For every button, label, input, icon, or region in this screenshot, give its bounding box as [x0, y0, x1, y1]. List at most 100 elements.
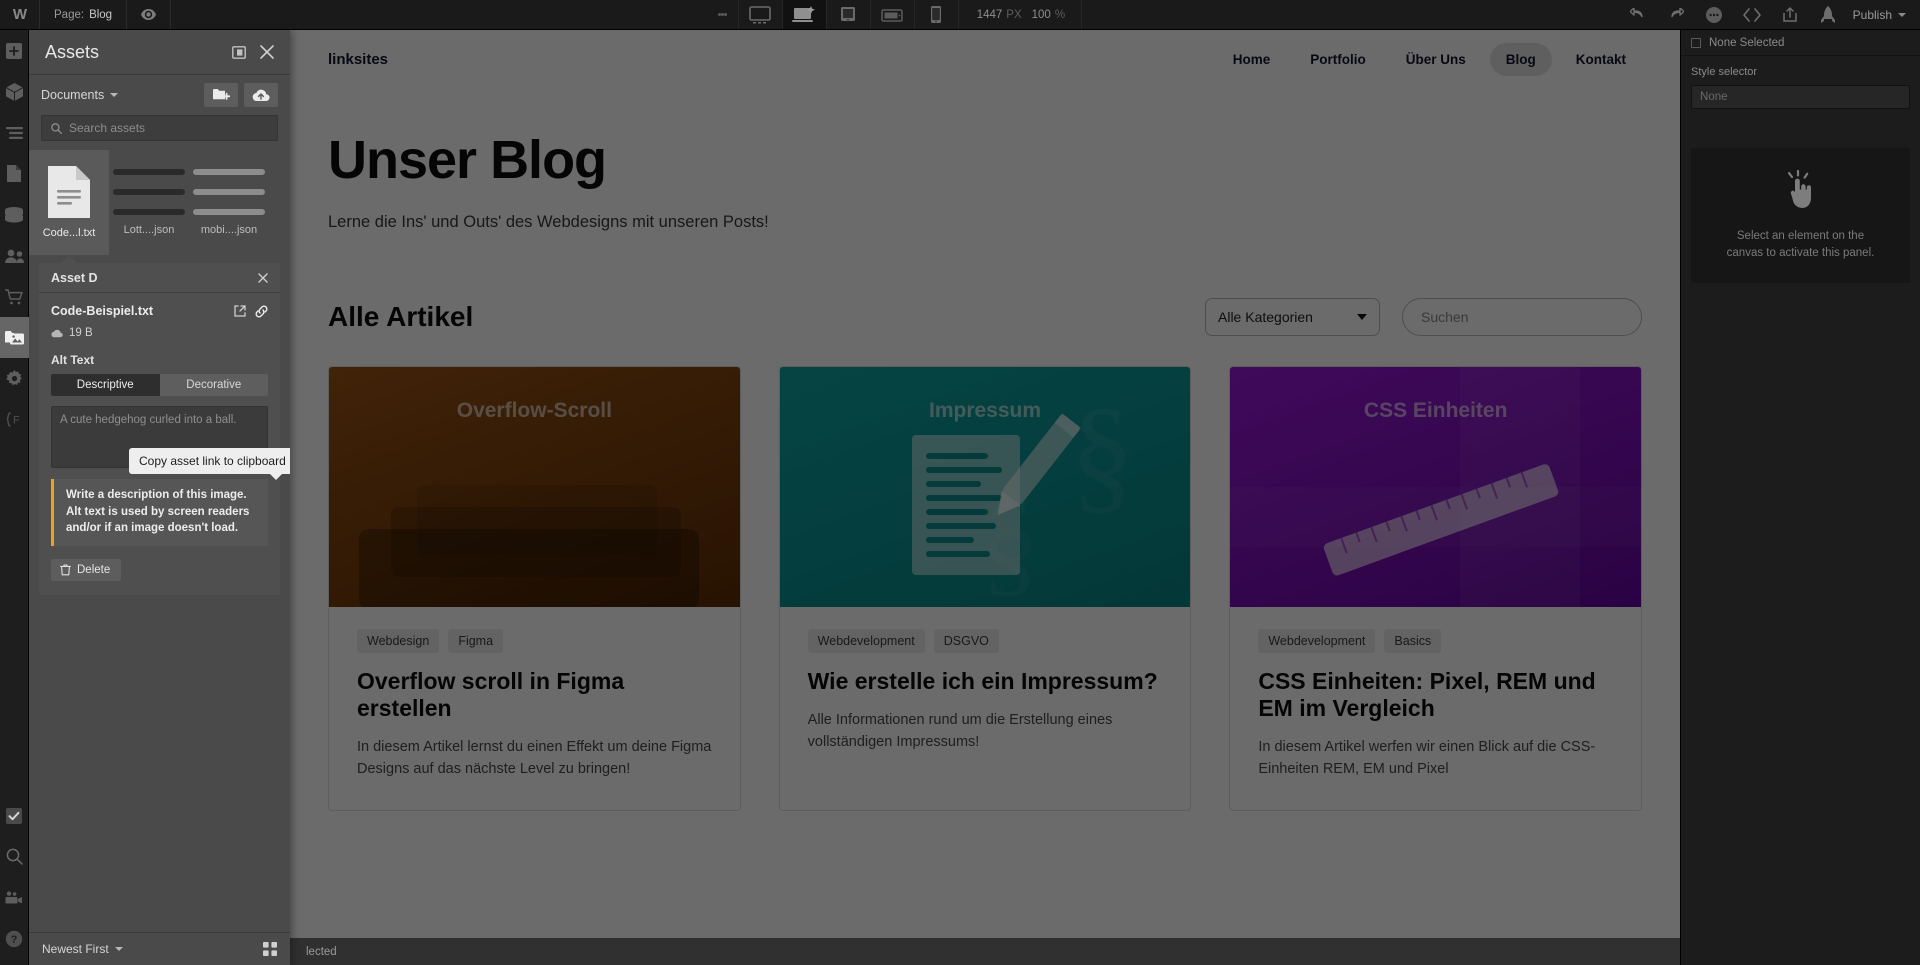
sidebar-item-cms[interactable] — [0, 194, 29, 235]
alt-mode-decorative[interactable]: Decorative — [159, 374, 268, 396]
asset-details-popover: Asset D Code-Beispiel.txt 19 B Alt Text … — [39, 263, 280, 596]
chevron-down-icon — [1357, 313, 1367, 320]
nav-link-blog[interactable]: Blog — [1489, 42, 1552, 76]
breakpoint-more-icon[interactable] — [708, 0, 738, 29]
close-icon[interactable] — [260, 45, 274, 59]
sort-dropdown[interactable]: Newest First — [42, 942, 123, 956]
assets-folder-dropdown[interactable]: Documents — [41, 88, 119, 102]
asset-item[interactable]: mobi....json — [189, 150, 269, 255]
right-panel-empty-state: Select an element on the canvas to activ… — [1691, 148, 1910, 283]
tag[interactable]: Webdevelopment — [807, 628, 925, 653]
breakpoint-desktop[interactable] — [781, 0, 826, 29]
copy-link-icon[interactable] — [255, 304, 268, 318]
upload-button[interactable] — [244, 83, 278, 107]
category-select-value: Alle Kategorien — [1218, 308, 1313, 325]
search-input[interactable]: Search assets — [41, 115, 278, 141]
sidebar-item-navigator[interactable] — [0, 112, 29, 153]
share-button[interactable] — [1771, 0, 1809, 29]
nav-link-ueber-uns[interactable]: Über Uns — [1390, 43, 1482, 76]
site-navbar[interactable]: linksites Home Portfolio Über Uns Blog K… — [290, 30, 1680, 88]
website-preview[interactable]: linksites Home Portfolio Über Uns Blog K… — [290, 30, 1680, 940]
article-card[interactable]: CSS Einheiten Webdevelopment Basics CSS … — [1229, 365, 1643, 812]
panel-collapse-icon[interactable] — [232, 45, 246, 59]
article-card[interactable]: Overflow-Scroll Webdesign Figma Overflow… — [328, 365, 741, 812]
site-search-input[interactable]: Suchen — [1402, 297, 1642, 336]
article-heading: Overflow scroll in Figma erstellen — [357, 667, 625, 721]
search-icon — [51, 122, 62, 134]
site-nav-links: Home Portfolio Über Uns Blog Kontakt — [1217, 42, 1642, 76]
selection-checkbox-icon — [1691, 37, 1701, 48]
lottie-placeholder-icon — [113, 169, 185, 215]
asset-item[interactable]: Lott....json — [109, 150, 189, 255]
category-select[interactable]: Alle Kategorien — [1205, 297, 1380, 336]
zoom-value: 100 — [1031, 8, 1051, 21]
sidebar-item-components[interactable] — [0, 71, 29, 112]
alt-text-mode-toggle[interactable]: Descriptive Decorative — [51, 374, 268, 396]
nav-link-home[interactable]: Home — [1217, 43, 1287, 76]
canvas-width-value: 1447 — [976, 8, 1003, 21]
article-card[interactable]: § § — [778, 365, 1192, 812]
design-canvas[interactable]: linksites Home Portfolio Über Uns Blog K… — [290, 30, 1680, 965]
assets-scroll-area[interactable]: Code...l.txt Lott....json mobi....json A… — [29, 150, 290, 932]
style-selector-block: Style selector None — [1681, 56, 1920, 109]
canvas-size-indicator[interactable]: 1447 PX 100 % — [957, 0, 1083, 29]
sidebar-item-assets[interactable] — [0, 317, 29, 358]
rocket-button[interactable] — [1809, 0, 1847, 29]
assets-panel-header: Assets — [29, 30, 290, 75]
sidebar-item-add-elements[interactable] — [0, 30, 29, 71]
tag[interactable]: Basics — [1384, 628, 1442, 653]
sidebar-item-audit[interactable] — [0, 795, 29, 836]
redo-button[interactable] — [1657, 0, 1695, 29]
sidebar-item-search[interactable] — [0, 836, 29, 877]
new-folder-button[interactable] — [204, 83, 238, 107]
open-external-icon[interactable] — [234, 305, 246, 317]
alt-mode-descriptive[interactable]: Descriptive — [51, 374, 160, 396]
search-placeholder: Search assets — [69, 121, 146, 135]
more-options-button[interactable] — [1695, 0, 1733, 29]
nav-link-kontakt[interactable]: Kontakt — [1560, 43, 1642, 76]
article-tags: Webdevelopment DSGVO — [807, 628, 1163, 653]
nav-link-portfolio[interactable]: Portfolio — [1294, 43, 1382, 76]
style-selector-input[interactable]: None — [1691, 85, 1910, 109]
chevron-down-icon — [110, 93, 119, 97]
article-heading: Wie erstelle ich ein Impressum? — [807, 667, 1158, 694]
cloud-icon — [51, 329, 63, 337]
sidebar-item-ecommerce[interactable] — [0, 276, 29, 317]
tag[interactable]: Figma — [448, 628, 504, 653]
tag[interactable]: DSGVO — [933, 628, 999, 653]
close-icon[interactable] — [258, 272, 268, 283]
sidebar-item-help[interactable]: ? — [0, 918, 29, 959]
breakpoint-mobile-portrait[interactable] — [913, 0, 958, 29]
tag[interactable]: Webdevelopment — [1258, 628, 1376, 653]
breakpoint-desktop-large[interactable] — [737, 0, 782, 29]
sidebar-item-pages[interactable] — [0, 153, 29, 194]
asset-file-size: 19 B — [69, 327, 93, 339]
asset-item[interactable]: Code...l.txt — [29, 150, 109, 255]
left-toolbar: F ? — [0, 30, 29, 965]
article-thumbnail: Overflow-Scroll — [329, 366, 740, 607]
code-button[interactable] — [1733, 0, 1771, 29]
empty-state-message: Select an element on the canvas to activ… — [1726, 229, 1875, 259]
publish-label: Publish — [1852, 7, 1892, 22]
sidebar-item-settings[interactable] — [0, 358, 29, 399]
delete-button[interactable]: Delete — [51, 559, 122, 582]
tag[interactable]: Webdesign — [357, 628, 440, 653]
grid-view-icon[interactable] — [263, 942, 277, 956]
sidebar-item-variables[interactable]: F — [0, 399, 29, 440]
asset-details-title: Asset D — [51, 270, 98, 285]
trash-icon — [60, 564, 71, 576]
sidebar-item-video-tutorials[interactable] — [0, 877, 29, 918]
article-excerpt: In diesem Artikel lernst du einen Effekt… — [357, 738, 712, 777]
publish-button[interactable]: Publish — [1847, 0, 1920, 29]
breakpoint-mobile-landscape[interactable] — [869, 0, 914, 29]
sort-label: Newest First — [42, 942, 109, 956]
undo-button[interactable] — [1619, 0, 1657, 29]
preview-eye-button[interactable] — [127, 0, 172, 29]
zoom-unit: % — [1054, 8, 1066, 21]
site-brand[interactable]: linksites — [328, 51, 388, 68]
article-tags: Webdesign Figma — [357, 628, 712, 653]
sidebar-item-users[interactable] — [0, 235, 29, 276]
page-indicator[interactable]: Page: Blog — [40, 0, 128, 29]
webflow-logo[interactable]: W — [0, 0, 40, 29]
breakpoint-tablet[interactable] — [825, 0, 870, 29]
